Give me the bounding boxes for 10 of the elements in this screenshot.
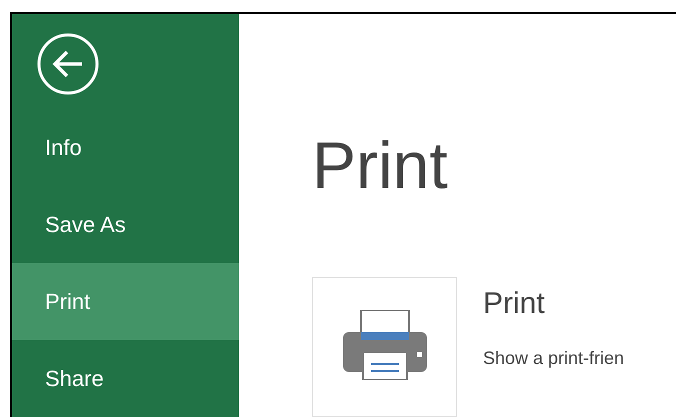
printer-icon [342, 310, 426, 380]
print-option-button[interactable] [312, 277, 457, 417]
sidebar-item[interactable]: Save As [12, 186, 239, 263]
sidebar-item[interactable]: Print [12, 263, 239, 340]
sidebar-item[interactable]: Share [12, 340, 239, 417]
option-title: Print [483, 286, 546, 322]
option-description: Show a print-frien [483, 346, 624, 370]
sidebar-item[interactable]: Info [12, 109, 239, 186]
back-button[interactable] [37, 33, 99, 95]
page-title: Print [312, 132, 449, 204]
